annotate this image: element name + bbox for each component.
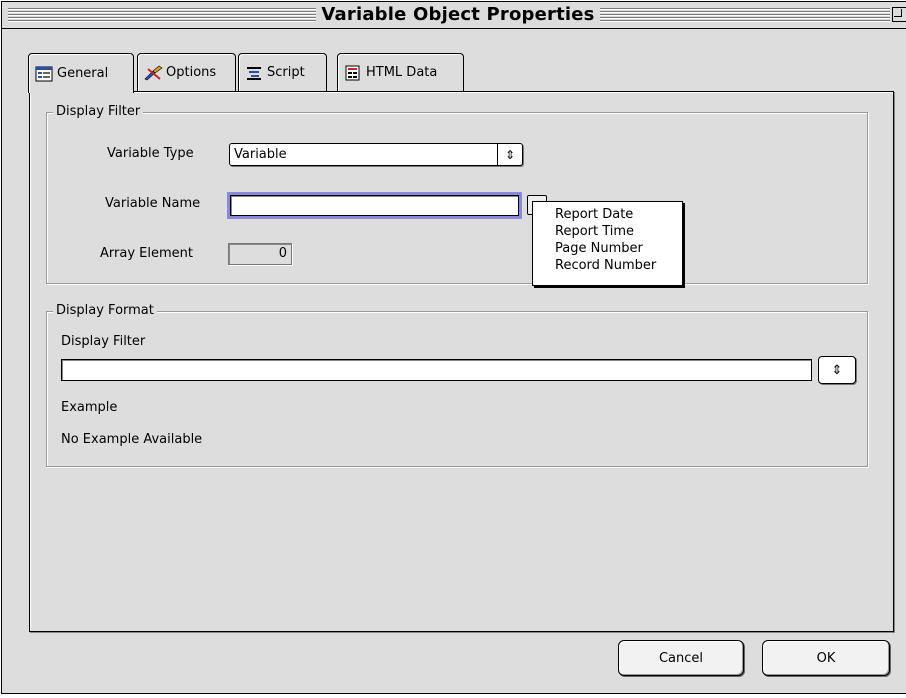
variable-type-label: Variable Type xyxy=(107,146,194,161)
variable-name-field[interactable] xyxy=(227,192,522,219)
ok-button[interactable]: OK xyxy=(762,640,890,676)
display-filter-group-title: Display Filter xyxy=(53,103,144,121)
example-label: Example xyxy=(61,400,118,415)
variable-name-label: Variable Name xyxy=(105,196,201,211)
display-format-filter-field[interactable] xyxy=(61,359,812,381)
window-title: Variable Object Properties xyxy=(321,4,595,25)
popup-arrows-icon: ⇕ xyxy=(497,144,522,165)
tab-html-data-label: HTML Data xyxy=(366,65,438,80)
tab-html-data[interactable]: HTML Data xyxy=(337,53,464,91)
menu-item-page-number[interactable]: Page Number xyxy=(533,240,682,257)
menu-item-record-number[interactable]: Record Number xyxy=(533,257,682,274)
variable-name-menu: Report Date Report Time Page Number Reco… xyxy=(532,201,683,286)
general-icon xyxy=(35,66,53,82)
menu-item-report-date[interactable]: Report Date xyxy=(533,206,682,223)
menu-item-report-time[interactable]: Report Time xyxy=(533,223,682,240)
html-data-icon xyxy=(344,65,362,81)
cancel-button[interactable]: Cancel xyxy=(618,640,744,676)
tab-script-label: Script xyxy=(267,65,305,80)
title-bar-stripes-left xyxy=(8,7,316,22)
display-filter-group: Display Filter Variable Type Variable ⇕ … xyxy=(46,103,868,284)
tab-script[interactable]: Script xyxy=(238,53,327,91)
variable-type-popup[interactable]: Variable ⇕ xyxy=(229,143,523,166)
display-format-group: Display Format Display Filter ⇕ Example … xyxy=(46,302,868,467)
script-icon xyxy=(245,65,263,81)
tab-general-label: General xyxy=(57,66,109,81)
title-bar-stripes-right xyxy=(600,7,890,22)
display-format-filter-label: Display Filter xyxy=(61,334,146,349)
array-element-label: Array Element xyxy=(100,246,193,261)
options-icon xyxy=(144,65,163,81)
example-value: No Example Available xyxy=(61,432,203,447)
tab-options-label: Options xyxy=(166,65,217,80)
display-format-group-title: Display Format xyxy=(53,302,157,320)
collapse-box-icon[interactable] xyxy=(892,7,906,22)
display-format-popup-button[interactable]: ⇕ xyxy=(818,356,856,384)
title-bar[interactable]: Variable Object Properties xyxy=(2,2,906,29)
array-element-field[interactable]: 0 xyxy=(228,243,292,265)
variable-type-value: Variable xyxy=(234,147,287,162)
tab-general[interactable]: General xyxy=(28,53,134,93)
properties-window: Variable Object Properties General Optio… xyxy=(1,1,906,694)
general-tab-panel: Display Filter Variable Type Variable ⇕ … xyxy=(29,91,894,632)
tab-options[interactable]: Options xyxy=(137,53,236,91)
